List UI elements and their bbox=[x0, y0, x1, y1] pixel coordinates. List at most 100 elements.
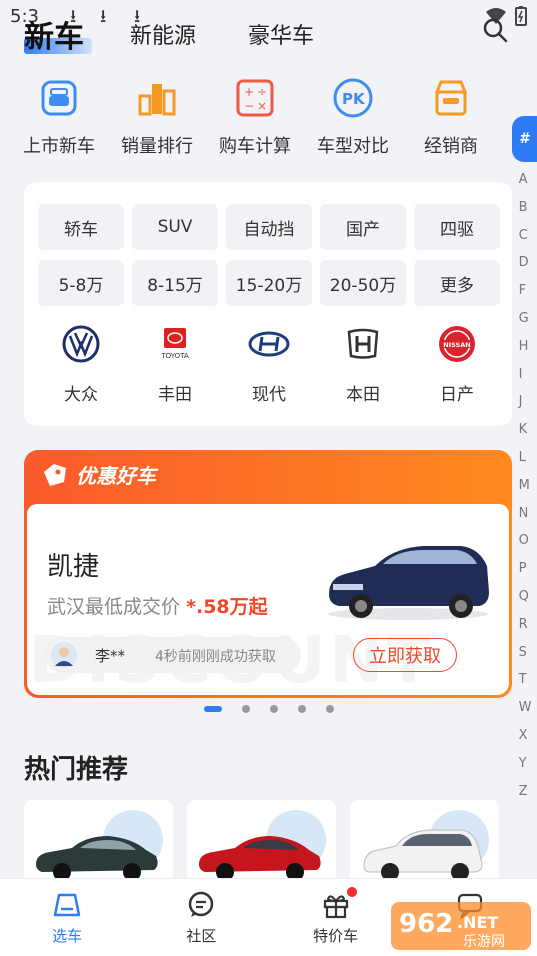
promo-banner[interactable]: 优惠好车 DISCOUNT 凯捷 武汉最低成交价 *.58万起 李** 4秒前刚… bbox=[24, 450, 512, 698]
alphabet-letter[interactable]: N bbox=[519, 500, 532, 528]
filter-chip-price-20-50[interactable]: 20-50万 bbox=[320, 260, 406, 306]
promo-car-image bbox=[328, 546, 489, 620]
hot-card[interactable] bbox=[350, 800, 499, 890]
get-price-button[interactable]: 立即获取 bbox=[353, 638, 457, 672]
bottom-tab-special-price[interactable]: 特价车 bbox=[269, 879, 403, 956]
svg-text:−: − bbox=[244, 99, 254, 113]
filter-chip-sedan[interactable]: 轿车 bbox=[38, 204, 124, 250]
bottom-tab-label: 社区 bbox=[186, 927, 217, 945]
svg-text:.NET: .NET bbox=[457, 913, 498, 932]
filter-chip-domestic[interactable]: 国产 bbox=[320, 204, 406, 250]
pager-dot[interactable] bbox=[326, 705, 334, 713]
filter-chip-price-5-8[interactable]: 5-8万 bbox=[38, 260, 124, 306]
quick-link-new-cars[interactable]: 上市新车 bbox=[12, 74, 106, 174]
filter-card: 轿车 SUV 自动挡 国产 四驱 5-8万 8-15万 15-20万 20-50… bbox=[24, 182, 512, 426]
nissan-logo-icon: NISSAN bbox=[439, 326, 475, 362]
alphabet-letter[interactable]: F bbox=[519, 277, 532, 305]
alphabet-letter[interactable]: S bbox=[519, 639, 532, 667]
brand-name: 丰田 bbox=[158, 385, 192, 405]
carousel-pager bbox=[204, 705, 334, 713]
brand-row: 大众 TOYOTA 丰田 现代 本田 NISSAN 日产 bbox=[38, 322, 498, 405]
svg-text:+: + bbox=[244, 85, 254, 99]
tag-icon bbox=[44, 463, 66, 486]
toyota-logo-icon: TOYOTA bbox=[160, 328, 189, 360]
alphabet-letter[interactable]: B bbox=[519, 194, 532, 222]
alphabet-letter[interactable]: Z bbox=[519, 778, 532, 806]
alphabet-letter[interactable]: A bbox=[519, 166, 532, 194]
bottom-tab-car-select[interactable]: 选车 bbox=[0, 879, 134, 956]
tab-new-energy[interactable]: 新能源 bbox=[130, 18, 196, 50]
alphabet-letter[interactable]: L bbox=[519, 444, 532, 472]
brand-nissan[interactable]: NISSAN 日产 bbox=[414, 322, 500, 405]
alphabet-letter[interactable]: I bbox=[519, 361, 532, 389]
quick-link-label: 购车计算 bbox=[219, 136, 291, 157]
search-icon[interactable] bbox=[481, 16, 509, 44]
alphabet-letter[interactable]: X bbox=[519, 722, 532, 750]
promo-header-title: 优惠好车 bbox=[76, 464, 156, 488]
promo-card[interactable]: DISCOUNT 凯捷 武汉最低成交价 *.58万起 李** 4秒前刚刚成功获取… bbox=[27, 504, 509, 695]
quick-link-dealer[interactable]: 经销商 bbox=[404, 74, 498, 174]
alphabet-index-active[interactable]: # bbox=[512, 116, 537, 162]
hot-card[interactable] bbox=[187, 800, 336, 890]
quick-link-compare[interactable]: PK 车型对比 bbox=[306, 74, 400, 174]
alphabet-letter[interactable]: M bbox=[519, 472, 532, 500]
quick-link-calculator[interactable]: + ÷ − × 购车计算 bbox=[208, 74, 302, 174]
alphabet-letter[interactable]: Q bbox=[519, 583, 532, 611]
pager-dot[interactable] bbox=[298, 705, 306, 713]
car-image bbox=[36, 836, 158, 881]
hot-section-title: 热门推荐 bbox=[24, 755, 129, 785]
avatar bbox=[51, 642, 77, 668]
quick-link-label: 上市新车 bbox=[23, 136, 95, 157]
user-avatar-icon bbox=[55, 647, 73, 666]
alphabet-index[interactable]: # ABCDFGHIJKLMNOPQRSTWXYZ bbox=[512, 116, 537, 806]
hot-card[interactable] bbox=[24, 800, 173, 890]
dealer-icon bbox=[434, 80, 468, 116]
filter-chip-4wd[interactable]: 四驱 bbox=[414, 204, 500, 250]
svg-text:962: 962 bbox=[399, 909, 453, 939]
filter-chip-price-15-20[interactable]: 15-20万 bbox=[226, 260, 312, 306]
alphabet-letter[interactable]: J bbox=[519, 388, 532, 416]
alphabet-letter[interactable]: R bbox=[519, 611, 532, 639]
alphabet-letter[interactable]: H bbox=[519, 333, 532, 361]
promo-price: 武汉最低成交价 *.58万起 bbox=[47, 592, 268, 619]
car-image bbox=[363, 829, 483, 881]
tab-luxury[interactable]: 豪华车 bbox=[248, 18, 314, 50]
brand-honda[interactable]: 本田 bbox=[320, 322, 406, 405]
brand-name: 大众 bbox=[64, 385, 98, 405]
brand-hyundai[interactable]: 现代 bbox=[226, 322, 312, 405]
pager-dot[interactable] bbox=[204, 706, 222, 712]
filter-chip-more[interactable]: 更多 bbox=[414, 260, 500, 306]
quick-link-label: 车型对比 bbox=[317, 136, 389, 157]
quick-link-ranking[interactable]: 销量排行 bbox=[110, 74, 204, 174]
brand-name: 现代 bbox=[252, 385, 286, 405]
honda-logo-icon bbox=[347, 328, 379, 359]
alphabet-letter[interactable]: O bbox=[519, 527, 532, 555]
ticker-message: 4秒前刚刚成功获取 bbox=[155, 649, 276, 665]
alphabet-letter[interactable]: K bbox=[519, 416, 532, 444]
alphabet-letter[interactable]: P bbox=[519, 555, 532, 583]
volkswagen-logo-icon bbox=[62, 325, 100, 363]
bottom-tab-community[interactable]: 社区 bbox=[134, 879, 268, 956]
ranking-icon bbox=[138, 84, 176, 116]
filter-chip-automatic[interactable]: 自动挡 bbox=[226, 204, 312, 250]
filter-chip-suv[interactable]: SUV bbox=[132, 204, 218, 250]
promo-car-name: 凯捷 bbox=[47, 552, 100, 582]
alphabet-letter[interactable]: Y bbox=[519, 750, 532, 778]
hot-list bbox=[24, 800, 499, 890]
alphabet-letter[interactable]: T bbox=[519, 666, 532, 694]
alphabet-letter[interactable]: C bbox=[519, 222, 532, 250]
svg-text:TOYOTA: TOYOTA bbox=[160, 352, 189, 360]
tab-new-car[interactable]: 新车 bbox=[24, 12, 84, 56]
alphabet-letter[interactable]: W bbox=[519, 694, 532, 722]
filter-chip-price-8-15[interactable]: 8-15万 bbox=[132, 260, 218, 306]
svg-text:÷: ÷ bbox=[257, 85, 267, 99]
hyundai-logo-icon bbox=[248, 331, 290, 357]
new-car-icon bbox=[41, 80, 77, 116]
alphabet-letter[interactable]: G bbox=[519, 305, 532, 333]
pager-dot[interactable] bbox=[242, 705, 250, 713]
brand-toyota[interactable]: TOYOTA 丰田 bbox=[132, 322, 218, 405]
promo-price-value: *.58万起 bbox=[186, 596, 268, 618]
brand-volkswagen[interactable]: 大众 bbox=[38, 322, 124, 405]
pager-dot[interactable] bbox=[270, 705, 278, 713]
alphabet-letter[interactable]: D bbox=[519, 249, 532, 277]
